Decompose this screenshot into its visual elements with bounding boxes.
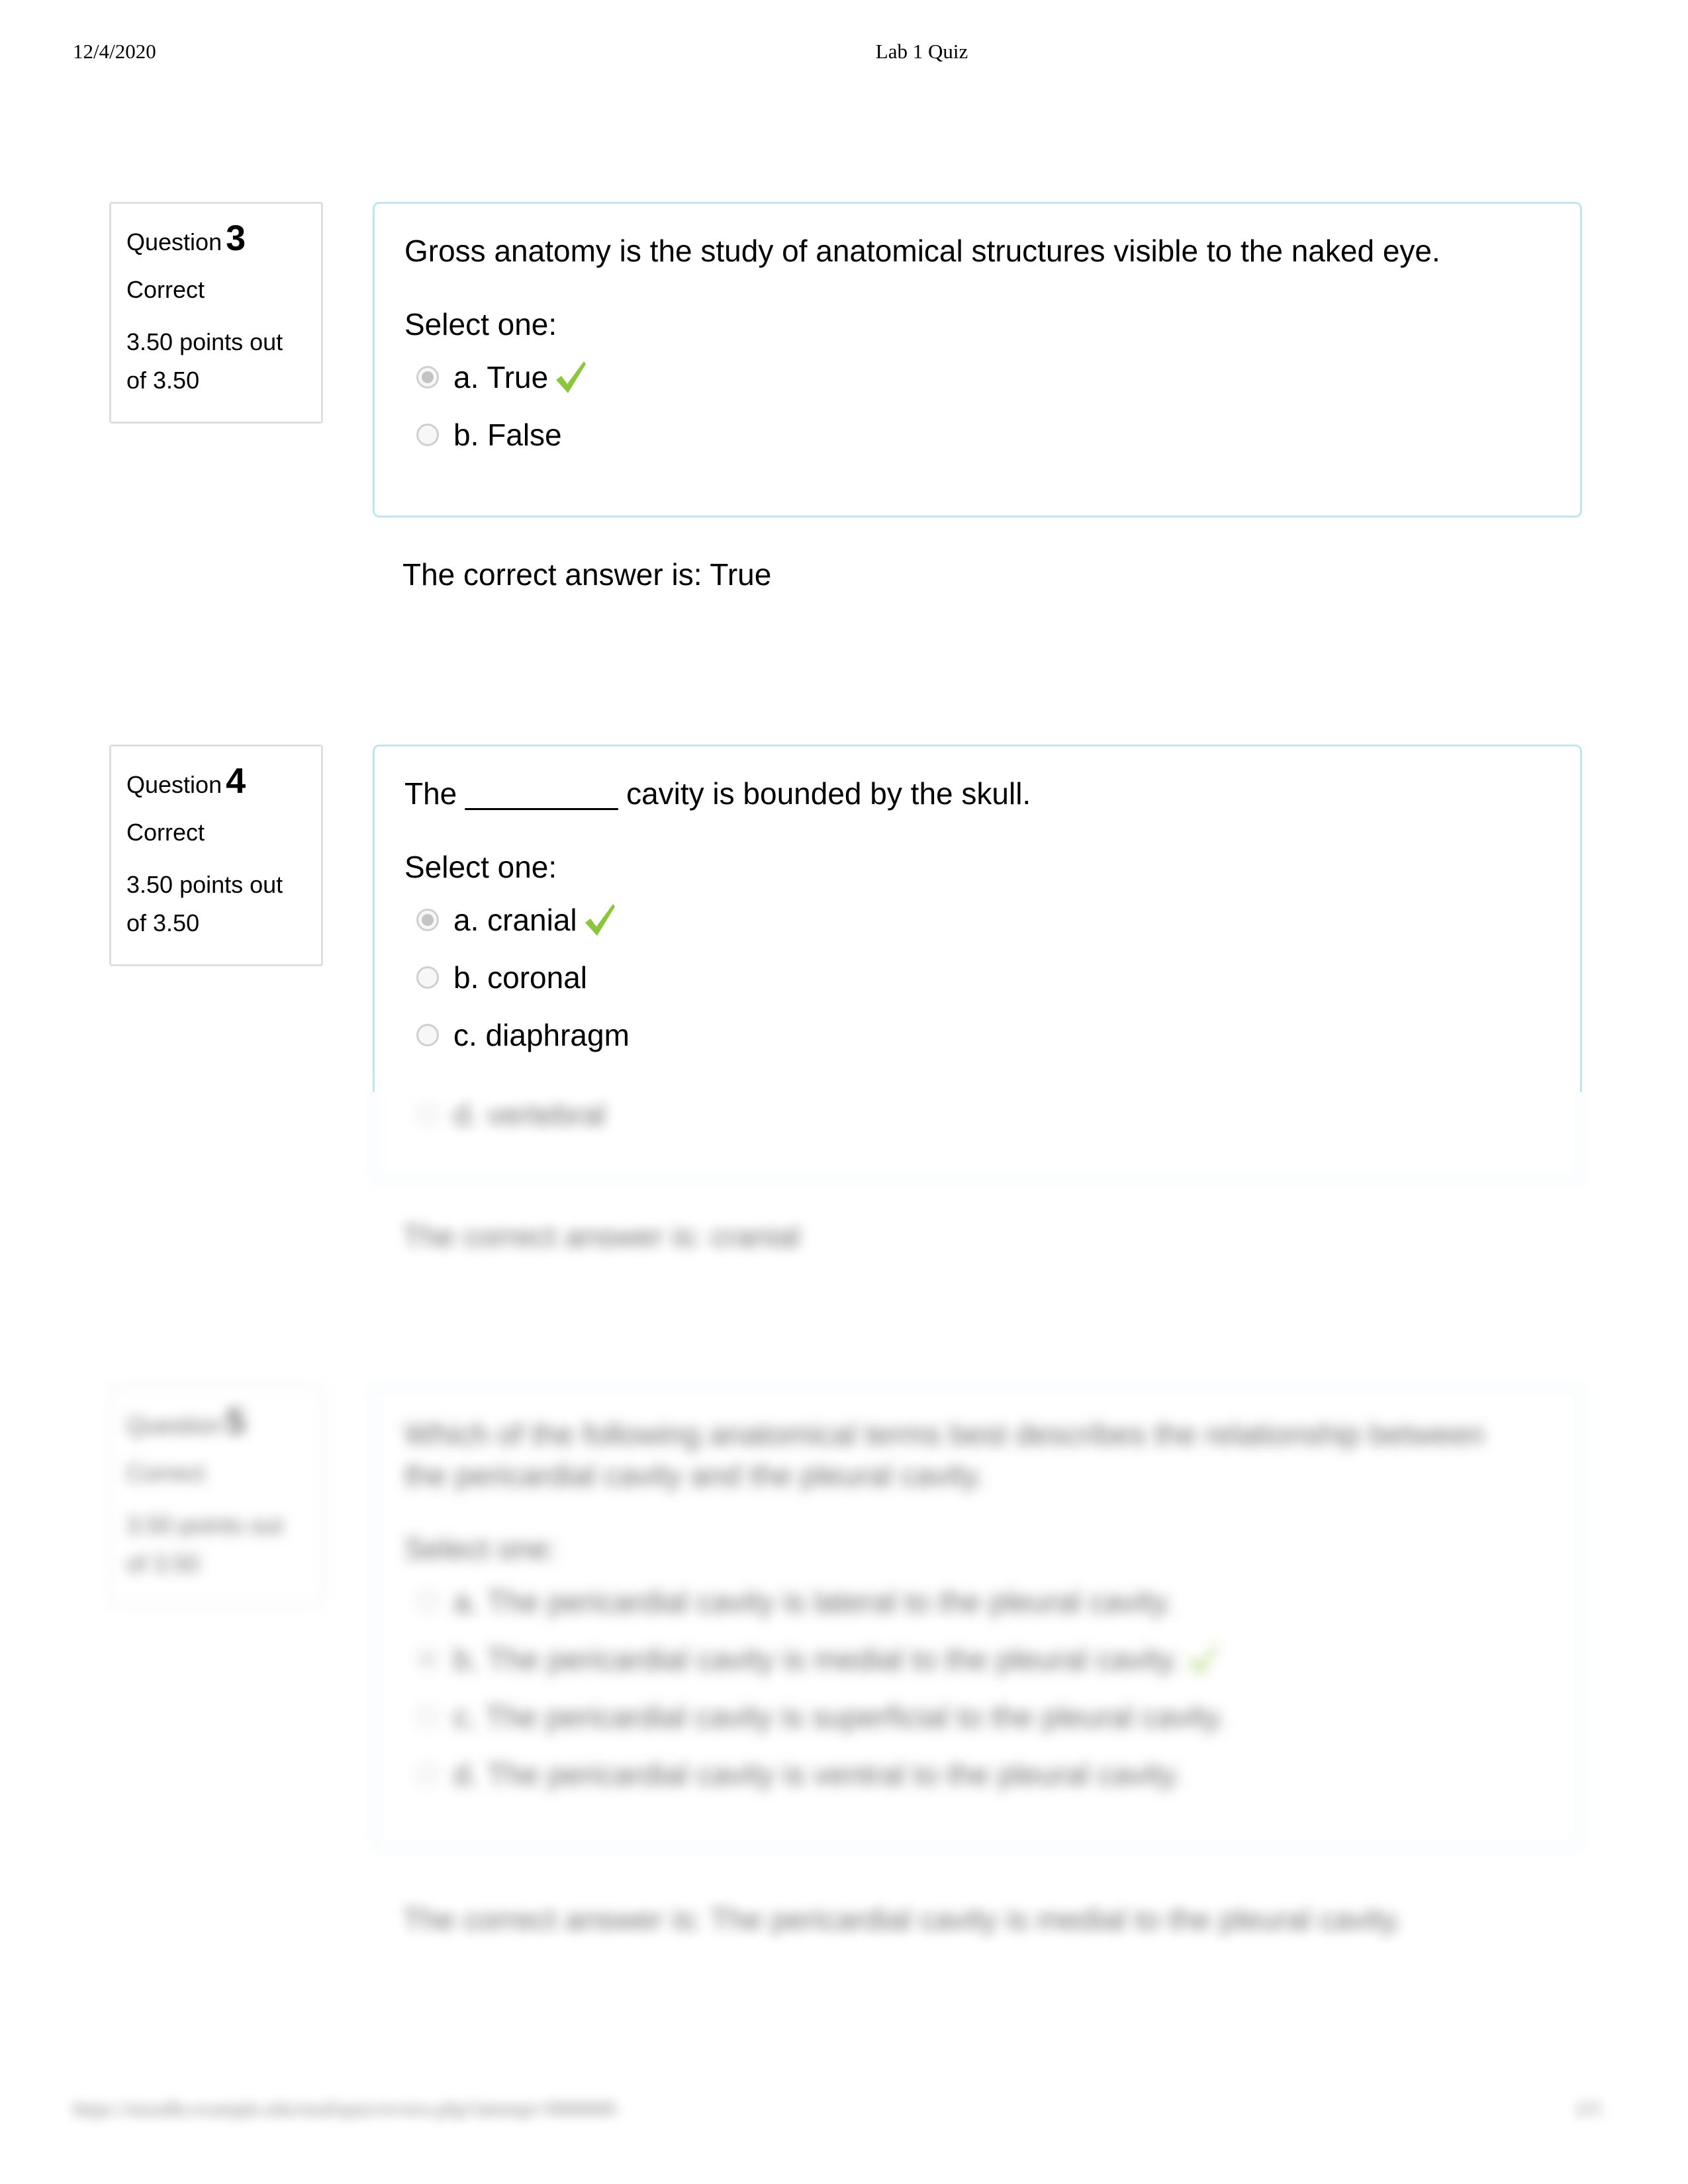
answer-label: a. The pericardial cavity is lateral to … [453, 1584, 1174, 1619]
select-one-prompt: Select one: [404, 1531, 557, 1566]
question-state: Correct [126, 1459, 205, 1486]
question-info: Question 5 Correct 3.50 points out of 3.5… [109, 1385, 323, 1607]
answer-option[interactable]: c. diaphragm [404, 1006, 1580, 1064]
answer-option[interactable]: b. The pericardial cavity is medial to t… [404, 1630, 1580, 1688]
answer-label: b. The pericardial cavity is medial to t… [453, 1641, 1180, 1676]
blurred-preview-region: d. vertebral The correct answer is: cran… [0, 1085, 1688, 2184]
select-one-prompt: Select one: [404, 307, 557, 341]
radio-selected[interactable] [416, 365, 439, 388]
question-content: Which of the following anatomical terms … [373, 1385, 1582, 1848]
answer-label: c. diaphragm [453, 1017, 630, 1052]
question-text: Gross anatomy is the study of anatomical… [404, 234, 1440, 268]
correct-answer-feedback: The correct answer is: The pericardial c… [402, 1902, 1403, 1936]
answer-label: a. True [453, 359, 549, 394]
radio-unselected[interactable] [416, 1103, 439, 1126]
answer-label: d. vertebral [453, 1097, 606, 1132]
answer-list: a. True b. False [404, 348, 1580, 463]
question-number: 4 [226, 761, 246, 801]
question-state: Correct [126, 276, 205, 303]
question-info: Question 3 Correct 3.50 points out of 3.5… [109, 202, 323, 424]
answer-label: b. coronal [453, 960, 588, 995]
answer-label: c. The pericardial cavity is superficial… [453, 1699, 1226, 1734]
question-grade: 3.50 points out of 3.50 [126, 1512, 283, 1577]
answer-list: a. The pericardial cavity is lateral to … [404, 1572, 1580, 1803]
correct-check-icon [556, 361, 586, 393]
answer-option[interactable]: a. The pericardial cavity is lateral to … [404, 1572, 1580, 1630]
question-state: Correct [126, 819, 205, 846]
correct-check-icon [585, 903, 615, 936]
question-content-continued: d. vertebral [373, 1085, 1582, 1183]
radio-selected[interactable] [416, 1647, 439, 1670]
question-number-line: Question 3 [126, 220, 321, 257]
answer-option[interactable]: a. True [404, 348, 1580, 406]
question-text: The _________ cavity is bounded by the s… [404, 776, 1031, 811]
print-header: 12/4/2020 Lab 1 Quiz [0, 40, 1688, 66]
answer-label: d. The pericardial cavity is ventral to … [453, 1756, 1182, 1792]
answer-label: b. False [453, 417, 562, 452]
question-label: Question [126, 228, 222, 255]
correct-answer-feedback: The correct answer is: cranial [402, 1219, 800, 1253]
question-content: The _________ cavity is bounded by the s… [373, 745, 1582, 1092]
question-number-line: Question 5 [126, 1404, 321, 1440]
question-text: Which of the following anatomical terms … [404, 1417, 1485, 1492]
answer-option[interactable]: a. cranial [404, 891, 1580, 948]
print-footer-page: 2/5 [1575, 2098, 1601, 2120]
correct-check-icon [1188, 1643, 1218, 1675]
select-one-prompt: Select one: [404, 850, 557, 884]
question-grade: 3.50 points out of 3.50 [126, 328, 283, 394]
answer-list: a. cranial b. coronal c. diaphragm [404, 891, 1580, 1064]
correct-answer-feedback: The correct answer is: True [402, 557, 772, 592]
question-content: Gross anatomy is the study of anatomical… [373, 202, 1582, 518]
question-label: Question [126, 1412, 222, 1439]
print-title: Lab 1 Quiz [875, 40, 968, 63]
radio-unselected[interactable] [416, 423, 439, 446]
answer-option[interactable]: c. The pericardial cavity is superficial… [404, 1688, 1580, 1745]
answer-option[interactable]: b. coronal [404, 948, 1580, 1006]
answer-option[interactable]: d. vertebral [404, 1085, 1580, 1143]
radio-unselected[interactable] [416, 1023, 439, 1046]
print-footer-url: https://moodle.example.edu/mod/quiz/revi… [73, 2098, 616, 2120]
radio-selected[interactable] [416, 908, 439, 931]
answer-option[interactable]: b. False [404, 406, 1580, 463]
radio-unselected[interactable] [416, 1705, 439, 1728]
question-info: Question 4 Correct 3.50 points out of 3.5… [109, 745, 323, 966]
answer-option[interactable]: d. The pericardial cavity is ventral to … [404, 1745, 1580, 1803]
question-number: 3 [226, 218, 246, 258]
question-number: 5 [226, 1402, 246, 1441]
question-number-line: Question 4 [126, 763, 321, 799]
radio-unselected[interactable] [416, 1590, 439, 1613]
question-label: Question [126, 771, 222, 798]
question-grade: 3.50 points out of 3.50 [126, 871, 283, 936]
answer-label: a. cranial [453, 902, 577, 937]
radio-unselected[interactable] [416, 1762, 439, 1786]
radio-unselected[interactable] [416, 966, 439, 989]
